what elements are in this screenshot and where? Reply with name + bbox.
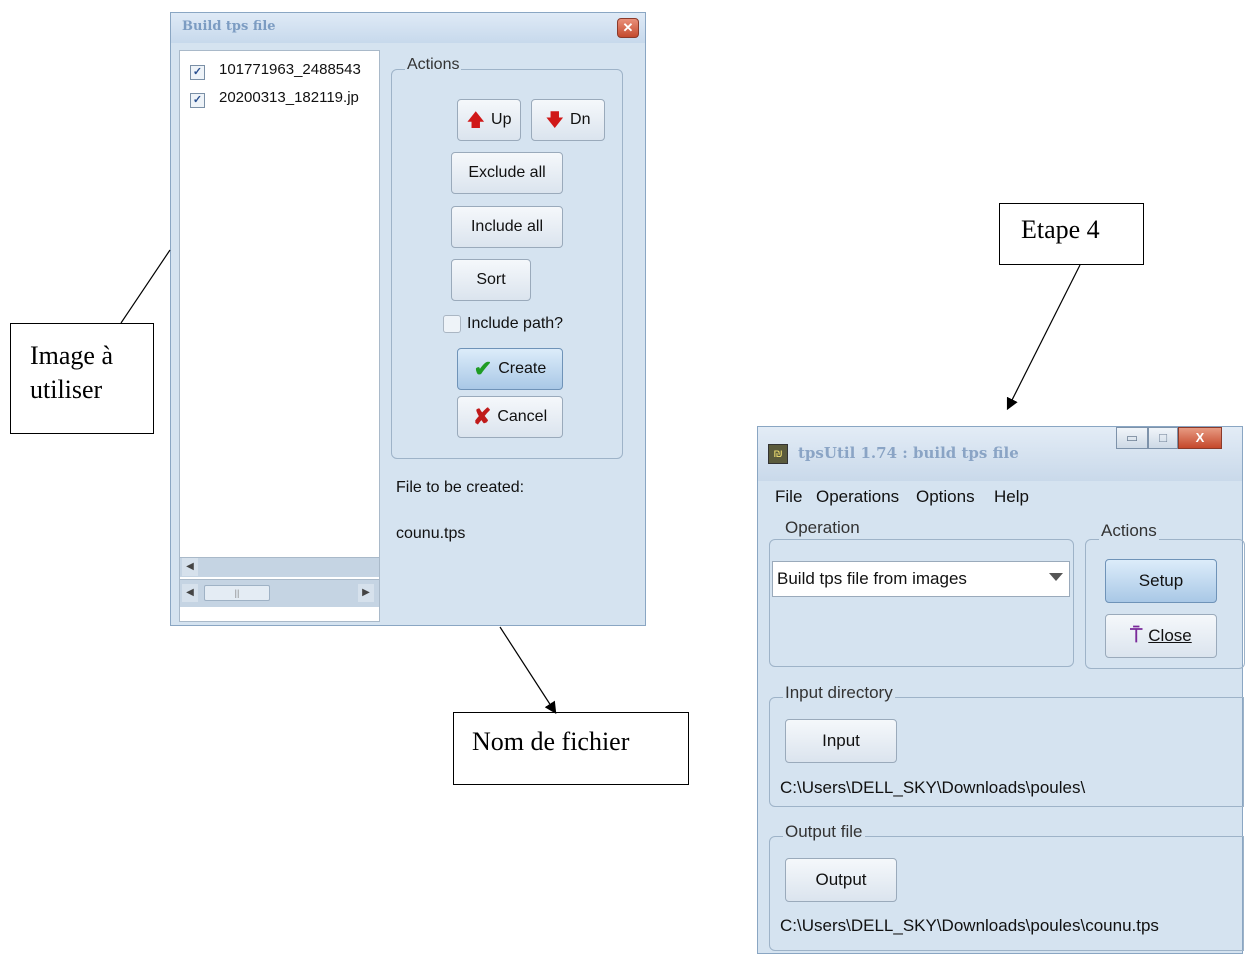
- nom-fichier-arrow: [499, 626, 557, 715]
- image-connector-line: [120, 249, 171, 324]
- annotation-connectors: [120, 249, 1081, 715]
- etape-arrow: [1006, 264, 1081, 411]
